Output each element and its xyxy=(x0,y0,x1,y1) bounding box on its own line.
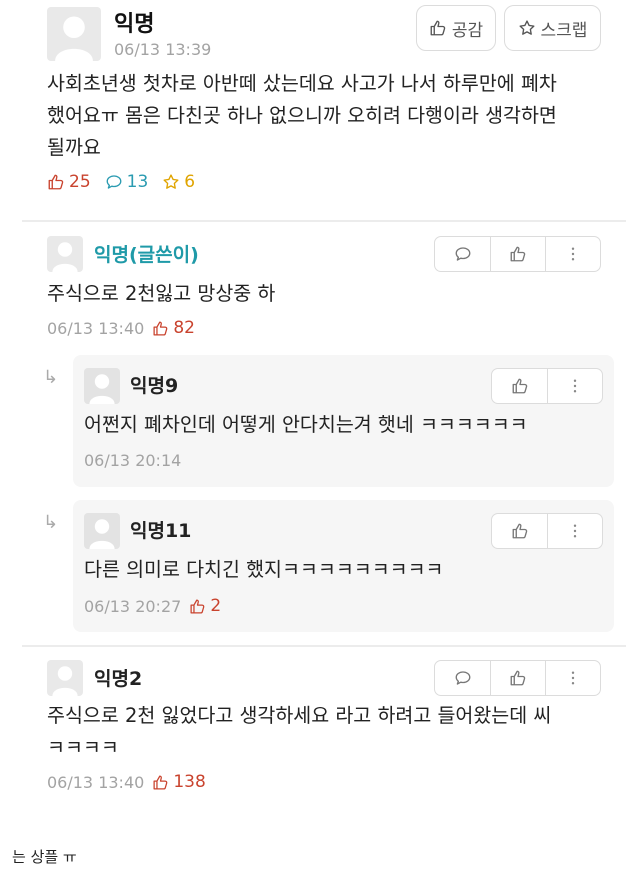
reply-meta: 06/13 20:14 xyxy=(84,451,181,470)
reply-arrow-icon: ↳ xyxy=(43,367,59,388)
comment-time: 06/13 13:40 xyxy=(47,772,145,792)
post-scrap-count: 6 xyxy=(162,172,195,192)
reply-meta: 06/13 20:27 2 xyxy=(84,596,221,616)
thumbs-up-icon xyxy=(429,19,447,37)
comment-actions xyxy=(434,236,601,272)
post-stats: 25 13 6 xyxy=(47,172,209,192)
reply-avatar-icon xyxy=(84,513,120,549)
reply-actions xyxy=(491,368,603,404)
more-button[interactable] xyxy=(547,514,602,548)
thumbs-up-icon xyxy=(189,598,206,615)
reply-like-button[interactable] xyxy=(492,369,547,403)
comment-avatar-icon xyxy=(47,236,83,272)
comment-meta: 06/13 13:40 82 xyxy=(47,318,195,338)
reply-author: 익명11 xyxy=(130,520,192,542)
thumbs-up-icon xyxy=(509,245,527,263)
speech-bubble-icon xyxy=(454,669,472,687)
divider xyxy=(22,220,626,222)
more-vertical-icon xyxy=(566,377,584,395)
post: 익명 06/13 13:39 공감 스크랩 사회초년생 첫차로 아반떼 샀는데요… xyxy=(0,0,640,222)
reply-text: 다른 의미로 다치긴 했지ㅋㅋㅋㅋㅋㅋㅋㅋㅋ xyxy=(84,558,444,581)
comment-avatar-icon xyxy=(47,660,83,696)
reply-author: 익명9 xyxy=(130,375,179,397)
star-icon xyxy=(518,19,536,37)
comment-vote-count: 138 xyxy=(152,772,206,792)
post-like-label: 공감 xyxy=(451,20,484,41)
reply-like-button[interactable] xyxy=(492,514,547,548)
post-time: 06/13 13:39 xyxy=(114,40,212,59)
post-like-count: 25 xyxy=(47,172,91,192)
footnote-caption: 는 상플 ㅠ xyxy=(12,848,77,866)
comment-author: 익명2 xyxy=(94,668,143,690)
reply-actions xyxy=(491,513,603,549)
comment-vote-count: 82 xyxy=(152,318,195,338)
reply-vote-value: 2 xyxy=(210,596,222,616)
comment-meta: 06/13 13:40 138 xyxy=(47,772,206,792)
reply-time: 06/13 20:14 xyxy=(84,451,182,470)
post-like-count-value: 25 xyxy=(69,172,91,192)
reply-avatar-icon xyxy=(84,368,120,404)
comment-vote-value: 82 xyxy=(173,318,195,338)
reply-button[interactable] xyxy=(435,237,490,271)
reply: ↳ 익명11 다른 의미로 다치긴 했지ㅋㅋㅋㅋㅋㅋㅋㅋㅋ 06/13 20:2… xyxy=(43,500,614,632)
thumbs-up-icon xyxy=(152,320,169,337)
more-button[interactable] xyxy=(545,237,600,271)
post-comment-count-value: 13 xyxy=(126,172,149,192)
more-button[interactable] xyxy=(547,369,602,403)
more-vertical-icon xyxy=(564,245,582,263)
reply: ↳ 익명9 어쩐지 폐차인데 어떻게 안다치는겨 햇네 ㅋㅋㅋㅋㅋㅋ 06/13… xyxy=(43,355,614,487)
reply-vote-count: 2 xyxy=(189,596,221,616)
post-comment-count: 13 xyxy=(105,172,149,192)
comment-actions xyxy=(434,660,601,696)
thumbs-up-icon xyxy=(511,522,529,540)
reply-time: 06/13 20:27 xyxy=(84,596,182,616)
post-body: 사회초년생 첫차로 아반떼 샀는데요 사고가 나서 하루만에 폐차 했어요ㅠ 몸… xyxy=(47,72,557,159)
thumbs-up-icon xyxy=(152,774,169,791)
post-author: 익명 xyxy=(114,12,155,37)
thumbs-up-icon xyxy=(47,173,65,191)
reply-text: 어쩐지 폐차인데 어떻게 안다치는겨 햇네 ㅋㅋㅋㅋㅋㅋ xyxy=(84,413,528,436)
reply-button[interactable] xyxy=(435,661,490,695)
thumbs-up-icon xyxy=(509,669,527,687)
comment-text: 주식으로 2천 잃었다고 생각하세요 라고 하려고 들어왔는데 씨 ㅋㅋㅋㅋ xyxy=(47,704,552,759)
comment-text: 주식으로 2천잃고 망상중 하 xyxy=(47,282,276,305)
comment-time: 06/13 13:40 xyxy=(47,318,145,338)
comment-like-button[interactable] xyxy=(490,237,545,271)
post-scrap-label: 스크랩 xyxy=(540,20,588,41)
more-vertical-icon xyxy=(566,522,584,540)
more-button[interactable] xyxy=(545,661,600,695)
post-scrap-count-value: 6 xyxy=(184,172,196,192)
post-like-button[interactable]: 공감 xyxy=(416,5,496,51)
divider xyxy=(22,645,626,647)
thumbs-up-icon xyxy=(511,377,529,395)
speech-bubble-icon xyxy=(454,245,472,263)
post-avatar-icon xyxy=(47,7,101,61)
post-scrap-button[interactable]: 스크랩 xyxy=(504,5,601,51)
comment-author: 익명(글쓴이) xyxy=(94,244,199,266)
star-icon xyxy=(162,173,180,191)
reply-arrow-icon: ↳ xyxy=(43,512,59,533)
comment-like-button[interactable] xyxy=(490,661,545,695)
speech-bubble-icon xyxy=(105,173,123,191)
more-vertical-icon xyxy=(564,669,582,687)
comment-vote-value: 138 xyxy=(173,772,206,792)
